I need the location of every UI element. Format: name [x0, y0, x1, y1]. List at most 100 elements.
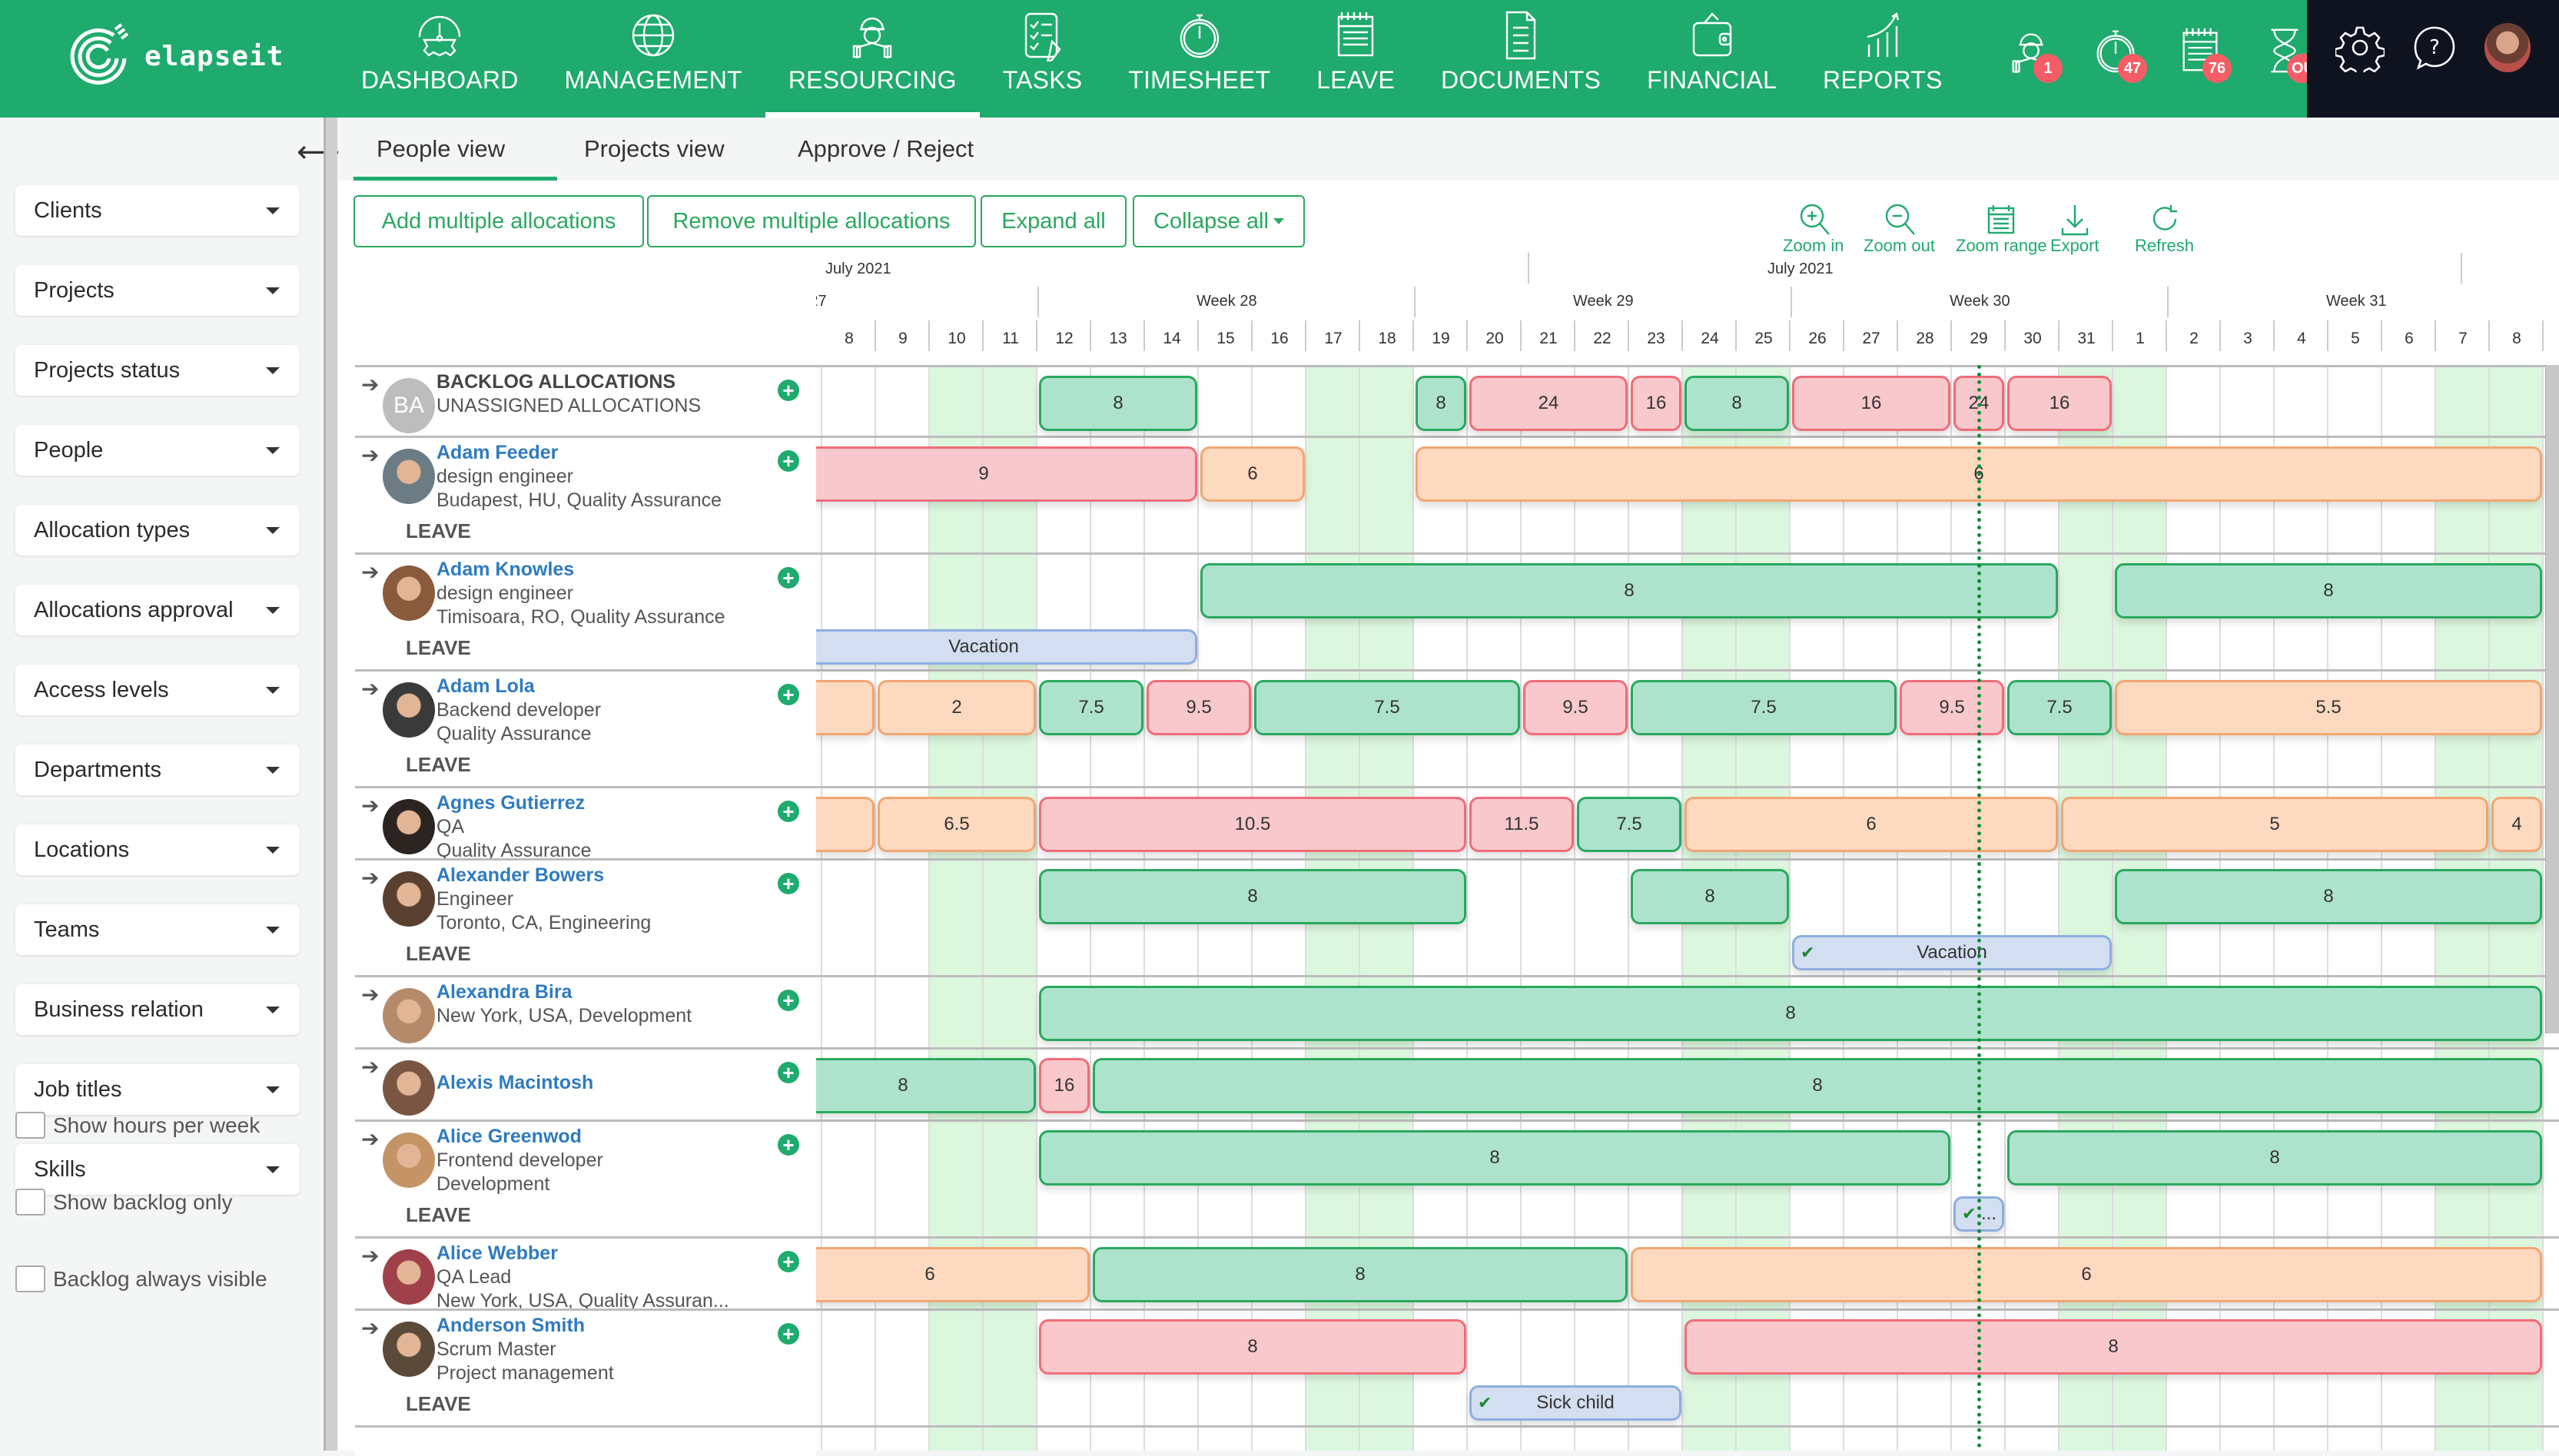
tab-projects-view[interactable]: Projects view	[561, 118, 748, 181]
person-name-link[interactable]: Alice Greenwod	[436, 1125, 744, 1149]
allocation-bar[interactable]: 8	[1039, 1130, 1950, 1186]
allocation-bar[interactable]: 16	[2007, 376, 2112, 431]
nav-item-documents[interactable]: DOCUMENTS	[1418, 0, 1624, 118]
allocation-bar[interactable]: 6	[1631, 1247, 2542, 1302]
tool-zoom-range-button[interactable]: Zoom range	[1956, 202, 2047, 256]
allocation-bar[interactable]: 7.5	[2007, 680, 2112, 735]
expand-arrow-icon[interactable]: ➔	[361, 1126, 379, 1152]
expand-arrow-icon[interactable]: ➔	[361, 1054, 379, 1080]
leave-bar[interactable]: Vacation	[816, 629, 1197, 665]
allocation-bar[interactable]: 9	[816, 446, 1197, 502]
allocation-bar[interactable]: 9.5	[1147, 680, 1251, 735]
checkbox-box[interactable]	[15, 1112, 45, 1139]
add-allocation-icon[interactable]: +	[778, 801, 799, 822]
add-allocation-icon[interactable]: +	[778, 1251, 799, 1272]
collapse-all-dropdown[interactable]: Collapse all	[1133, 195, 1305, 247]
tool-zoom-out-button[interactable]: Zoom out	[1864, 202, 1935, 256]
gear-icon[interactable]	[2335, 23, 2385, 72]
allocation-bar[interactable]: 4	[2491, 797, 2542, 852]
tab-approve-reject[interactable]: Approve / Reject	[775, 118, 997, 181]
nav-item-management[interactable]: MANAGEMENT	[542, 0, 765, 118]
remove-multiple-allocations-button[interactable]: Remove multiple allocations	[647, 195, 976, 247]
allocation-bar[interactable]	[816, 680, 875, 735]
allocation-bar[interactable]: 8	[1039, 1319, 1466, 1375]
nav-item-tasks[interactable]: TASKS	[980, 0, 1106, 118]
app-logo[interactable]: elapseit	[68, 23, 284, 89]
person-name-link[interactable]: Adam Lola	[436, 675, 744, 698]
allocation-bar[interactable]: 9.5	[1523, 680, 1628, 735]
add-multiple-allocations-button[interactable]: Add multiple allocations	[353, 195, 644, 247]
allocation-bar[interactable]: 7.5	[1577, 797, 1681, 852]
checkbox-backlog-always-visible[interactable]: Backlog always visible	[15, 1265, 267, 1292]
add-allocation-icon[interactable]: +	[778, 1323, 799, 1345]
allocation-bar[interactable]: 8	[1093, 1247, 1628, 1302]
allocation-bar[interactable]: 6	[1684, 797, 2058, 852]
allocation-bar[interactable]: 8	[1039, 986, 2542, 1041]
allocation-bar[interactable]: 8	[2007, 1130, 2542, 1186]
filter-allocations-approval-dropdown[interactable]: Allocations approval	[15, 585, 300, 635]
sidebar-splitter[interactable]	[324, 118, 337, 1451]
quick-action-engineer[interactable]: 1	[2006, 23, 2063, 85]
add-allocation-icon[interactable]: +	[778, 873, 799, 894]
allocation-bar[interactable]: 7.5	[1631, 680, 1897, 735]
user-avatar[interactable]	[2484, 23, 2531, 72]
expand-arrow-icon[interactable]: ➔	[361, 982, 379, 1007]
allocation-bar[interactable]: 8	[1416, 376, 1466, 431]
filter-projects-status-dropdown[interactable]: Projects status	[15, 345, 300, 396]
allocation-bar[interactable]: 10.5	[1039, 797, 1466, 852]
allocation-bar[interactable]: 8	[1039, 376, 1197, 431]
person-name-link[interactable]: Adam Knowles	[436, 558, 744, 582]
person-name-link[interactable]: Adam Feeder	[436, 441, 744, 465]
allocation-bar[interactable]: 5.5	[2115, 680, 2542, 735]
add-allocation-icon[interactable]: +	[778, 1062, 799, 1083]
expand-arrow-icon[interactable]: ➔	[361, 443, 379, 468]
allocation-bar[interactable]: 8	[816, 1058, 1036, 1113]
expand-arrow-icon[interactable]: ➔	[361, 676, 379, 701]
person-name-link[interactable]: Anderson Smith	[436, 1314, 744, 1338]
expand-all-button[interactable]: Expand all	[981, 195, 1127, 247]
allocation-bar[interactable]: 6	[816, 1247, 1090, 1302]
add-allocation-icon[interactable]: +	[778, 684, 799, 705]
expand-arrow-icon[interactable]: ➔	[361, 1243, 379, 1269]
filter-job-titles-dropdown[interactable]: Job titles	[15, 1064, 300, 1115]
person-name-link[interactable]: Alexandra Bira	[436, 980, 744, 1004]
help-bubble-icon[interactable]: ?	[2410, 23, 2459, 72]
allocation-bar[interactable]: 2	[878, 680, 1036, 735]
allocation-bar[interactable]: 7.5	[1254, 680, 1520, 735]
vertical-scrollbar[interactable]	[2545, 365, 2559, 1033]
quick-action-stopwatch[interactable]: 47	[2090, 23, 2147, 85]
tool-refresh-button[interactable]: Refresh	[2135, 202, 2194, 256]
add-allocation-icon[interactable]: +	[778, 567, 799, 589]
nav-item-leave[interactable]: LEAVE	[1293, 0, 1418, 118]
filter-access-levels-dropdown[interactable]: Access levels	[15, 665, 300, 715]
tool-export-button[interactable]: Export	[2050, 202, 2099, 256]
person-name-link[interactable]: Agnes Gutierrez	[436, 791, 744, 815]
leave-bar[interactable]: ✔ Vacation	[1792, 935, 2112, 970]
tab-people-view[interactable]: People view	[353, 118, 557, 181]
expand-arrow-icon[interactable]: ➔	[361, 372, 379, 397]
allocation-bar[interactable]: 11.5	[1469, 797, 1574, 852]
expand-arrow-icon[interactable]: ➔	[361, 793, 379, 818]
allocation-bar[interactable]: 8	[2115, 563, 2542, 619]
checkbox-box[interactable]	[15, 1189, 45, 1216]
allocation-bar[interactable]: 6	[1200, 446, 1305, 502]
quick-action-hourglass[interactable]: OUT	[2259, 23, 2329, 85]
filter-teams-dropdown[interactable]: Teams	[15, 904, 300, 955]
allocation-bar[interactable]: 8	[1093, 1058, 2542, 1113]
allocation-bar[interactable]: 7.5	[1039, 680, 1143, 735]
allocation-bar[interactable]	[816, 797, 875, 852]
leave-bar[interactable]: ✔ Sick child	[1469, 1385, 1681, 1421]
allocation-bar[interactable]: 5	[2061, 797, 2488, 852]
filter-skills-dropdown[interactable]: Skills	[15, 1144, 300, 1195]
allocation-bar[interactable]: 8	[1200, 563, 2058, 619]
allocation-bar[interactable]: 9.5	[1900, 680, 2004, 735]
allocation-bar[interactable]: 8	[1684, 1319, 2542, 1375]
nav-item-resourcing[interactable]: RESOURCING	[765, 0, 980, 118]
allocation-bar[interactable]: 16	[1792, 376, 1950, 431]
filter-clients-dropdown[interactable]: Clients	[15, 185, 300, 236]
expand-arrow-icon[interactable]: ➔	[361, 559, 379, 585]
allocation-bar[interactable]: 16	[1039, 1058, 1090, 1113]
checkbox-show-backlog-only[interactable]: Show backlog only	[15, 1189, 232, 1216]
nav-item-reports[interactable]: REPORTS	[1800, 0, 1966, 118]
add-allocation-icon[interactable]: +	[778, 450, 799, 472]
